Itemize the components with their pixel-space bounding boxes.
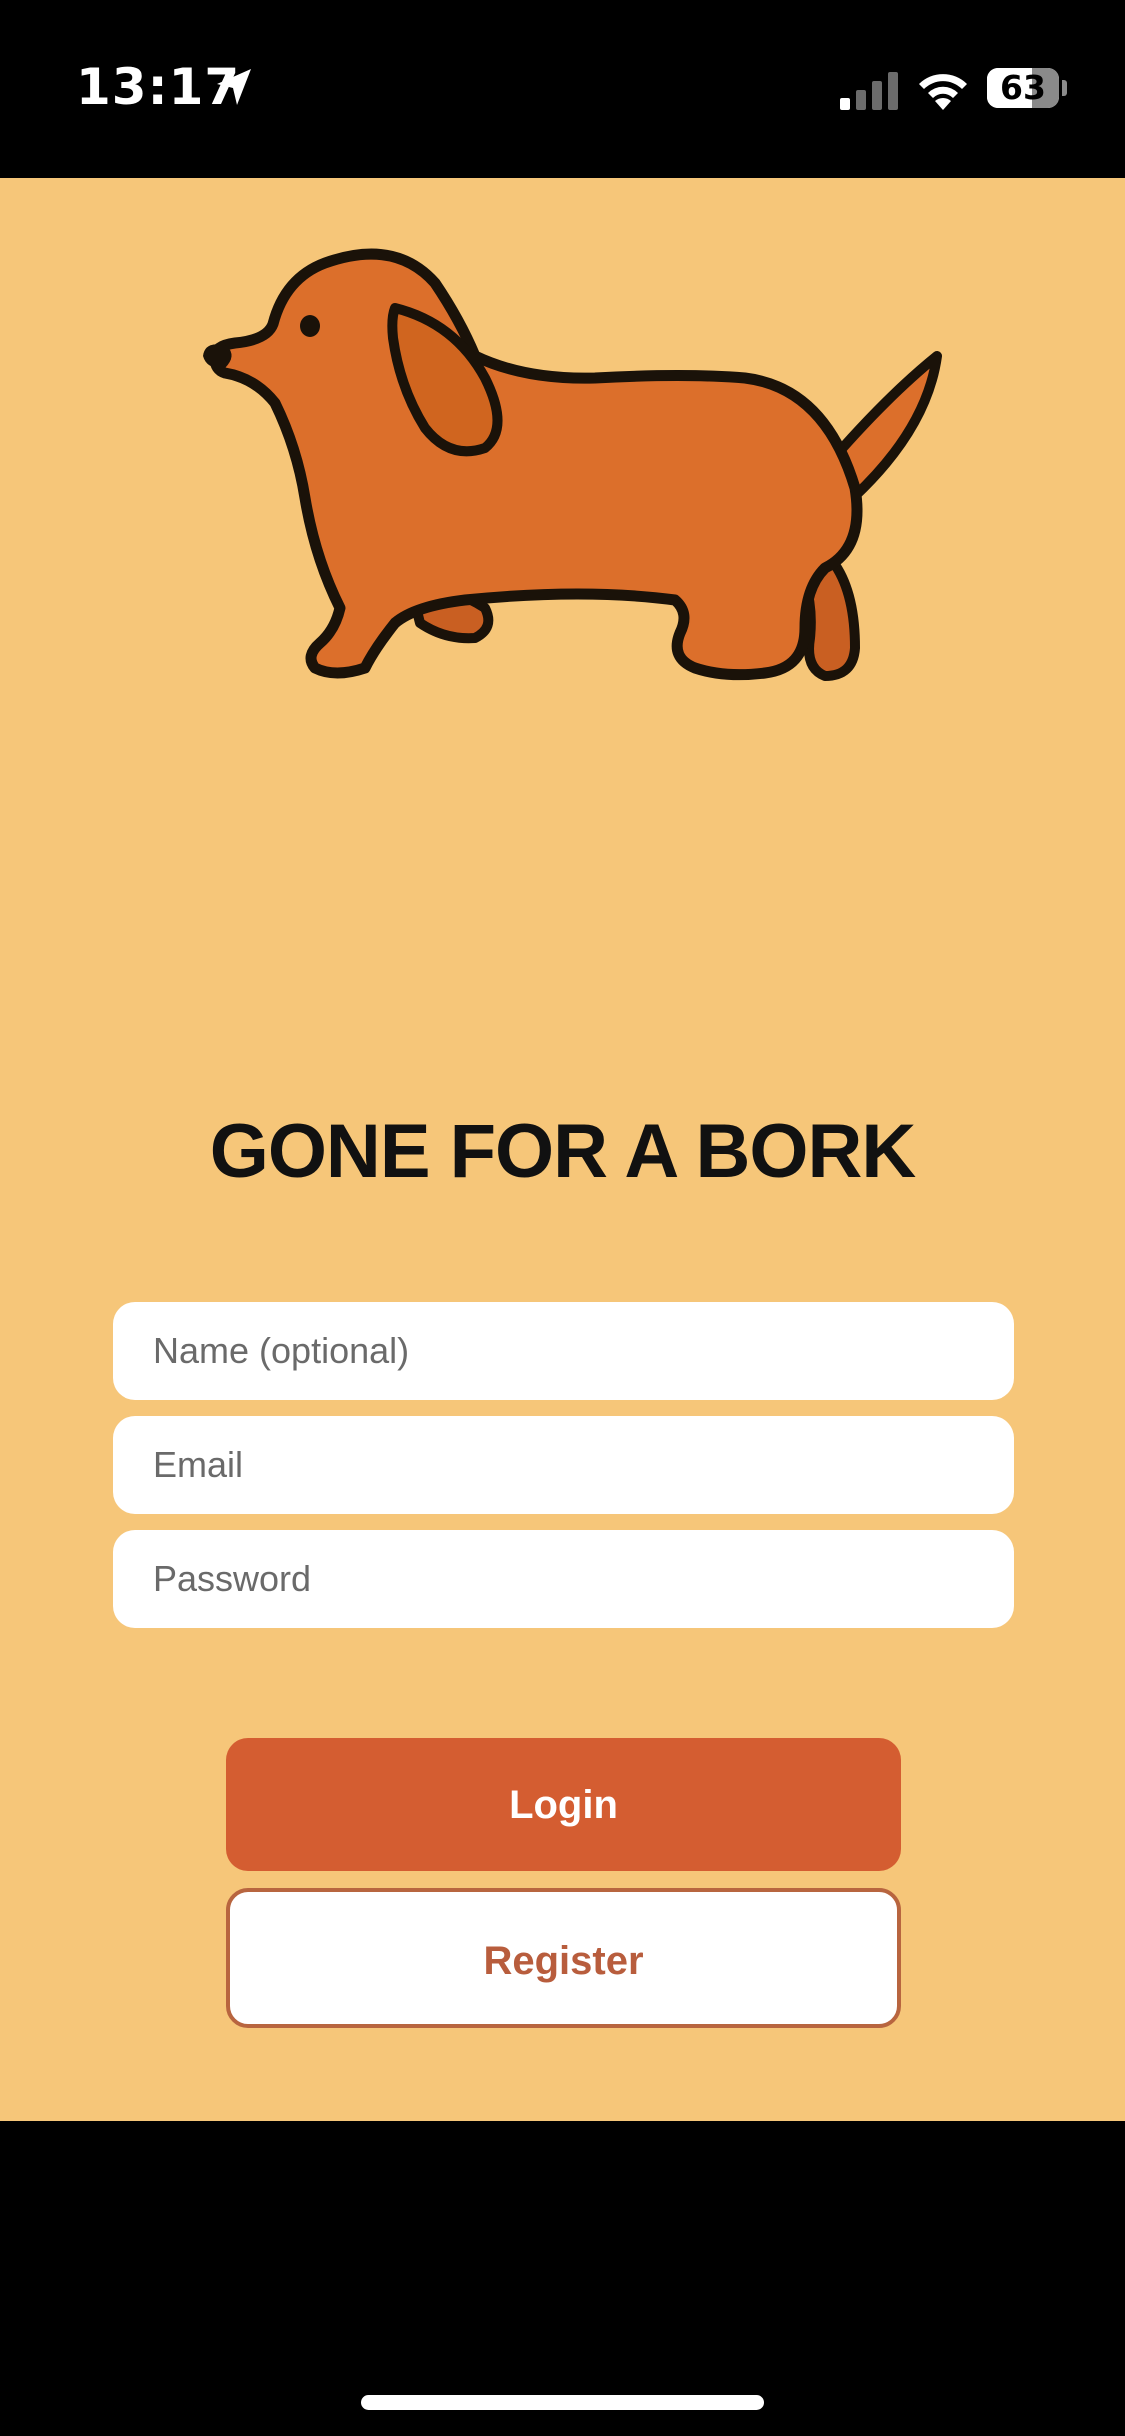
dachshund-illustration <box>203 248 942 681</box>
status-bar: 13:17 63 <box>0 0 1125 178</box>
app-title: GONE FOR A BORK <box>209 1109 917 1194</box>
name-input[interactable] <box>113 1302 1014 1400</box>
battery-icon: 63 <box>987 68 1059 108</box>
battery-percent: 63 <box>1000 68 1046 107</box>
location-arrow-icon <box>217 69 251 105</box>
password-input[interactable] <box>113 1530 1014 1628</box>
home-indicator[interactable] <box>361 2395 764 2410</box>
cellular-signal-icon <box>840 72 898 110</box>
login-screen: GONE FOR A BORK Login Register <box>0 178 1125 2121</box>
wifi-icon <box>919 74 967 110</box>
register-button[interactable]: Register <box>226 1888 901 2028</box>
battery-cap <box>1062 80 1067 96</box>
login-button[interactable]: Login <box>226 1738 901 1871</box>
email-input[interactable] <box>113 1416 1014 1514</box>
